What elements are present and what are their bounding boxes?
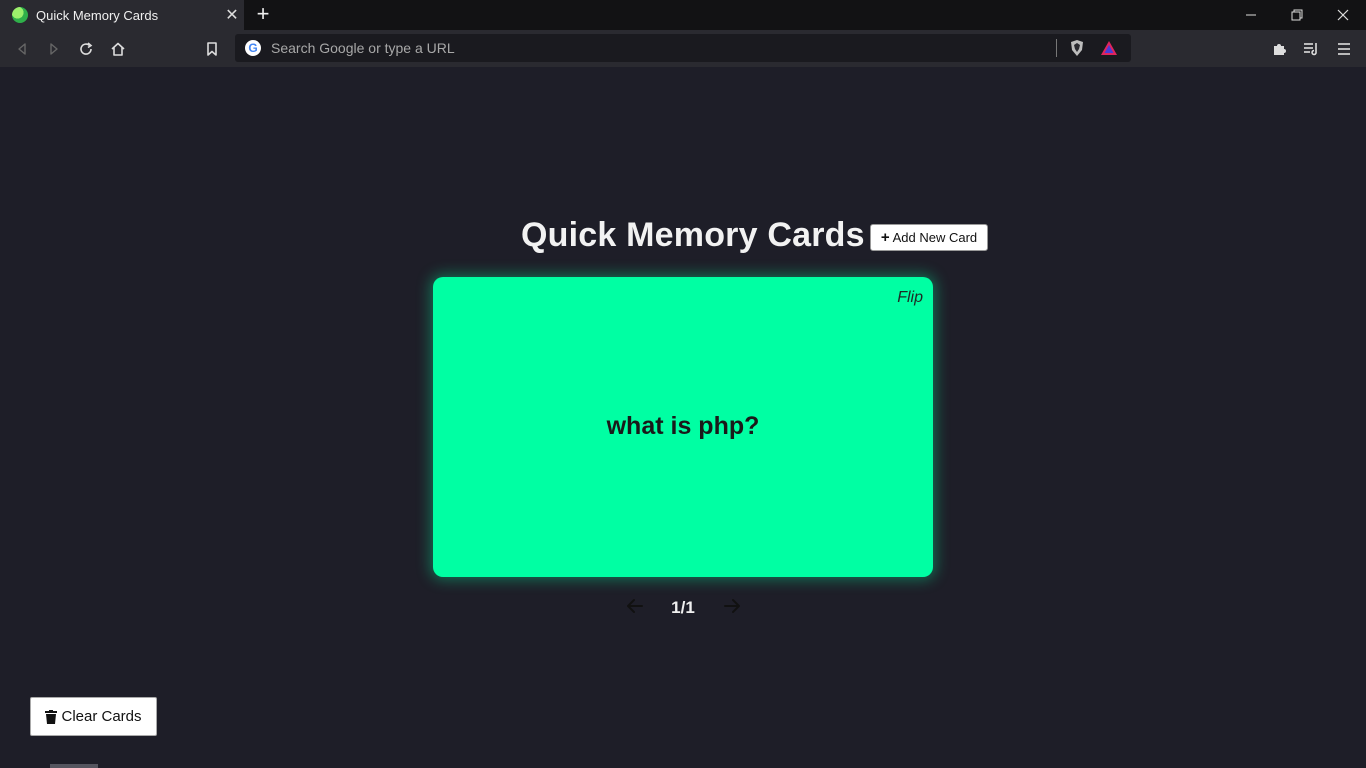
active-tab[interactable]: Quick Memory Cards ✕ bbox=[0, 0, 244, 30]
flip-button[interactable]: Flip bbox=[897, 289, 923, 307]
plus-icon: + bbox=[880, 229, 890, 246]
browser-toolbar: G bbox=[0, 30, 1366, 67]
brave-rewards-icon[interactable] bbox=[1099, 38, 1119, 58]
add-new-card-label: Add New Card bbox=[892, 230, 978, 245]
trash-icon bbox=[45, 709, 58, 724]
add-new-card-button[interactable]: + Add New Card bbox=[870, 224, 988, 251]
back-icon[interactable] bbox=[9, 36, 35, 62]
memory-card[interactable]: Flip what is php? bbox=[433, 277, 933, 577]
next-card-arrow-icon[interactable] bbox=[721, 596, 743, 616]
minimize-icon[interactable] bbox=[1228, 0, 1274, 30]
tab-close-icon[interactable]: ✕ bbox=[220, 5, 244, 25]
forward-icon[interactable] bbox=[41, 36, 67, 62]
divider bbox=[1056, 39, 1057, 57]
card-question: what is php? bbox=[606, 412, 760, 440]
tab-strip: Quick Memory Cards ✕ + bbox=[0, 0, 1366, 30]
clear-cards-label: Clear Cards bbox=[61, 708, 142, 725]
extensions-icon[interactable] bbox=[1266, 36, 1292, 62]
url-input[interactable] bbox=[269, 39, 1056, 57]
home-icon[interactable] bbox=[105, 36, 131, 62]
menu-icon[interactable] bbox=[1331, 36, 1357, 62]
new-tab-button[interactable]: + bbox=[250, 2, 276, 28]
status-bar-sliver bbox=[50, 764, 98, 768]
brave-shield-icon[interactable] bbox=[1067, 38, 1087, 58]
media-playlist-icon[interactable] bbox=[1298, 36, 1324, 62]
prev-card-arrow-icon[interactable] bbox=[624, 596, 646, 616]
site-favicon-icon bbox=[12, 7, 28, 23]
google-icon: G bbox=[245, 40, 261, 56]
tab-title: Quick Memory Cards bbox=[36, 7, 159, 23]
close-window-icon[interactable] bbox=[1320, 0, 1366, 30]
clear-cards-button[interactable]: Clear Cards bbox=[30, 697, 157, 736]
bookmark-icon[interactable] bbox=[199, 36, 225, 62]
card-counter: 1/1 bbox=[671, 598, 695, 617]
reload-icon[interactable] bbox=[73, 36, 99, 62]
restore-icon[interactable] bbox=[1274, 0, 1320, 30]
page-title: Quick Memory Cards bbox=[521, 216, 865, 254]
address-bar[interactable]: G bbox=[235, 34, 1131, 62]
